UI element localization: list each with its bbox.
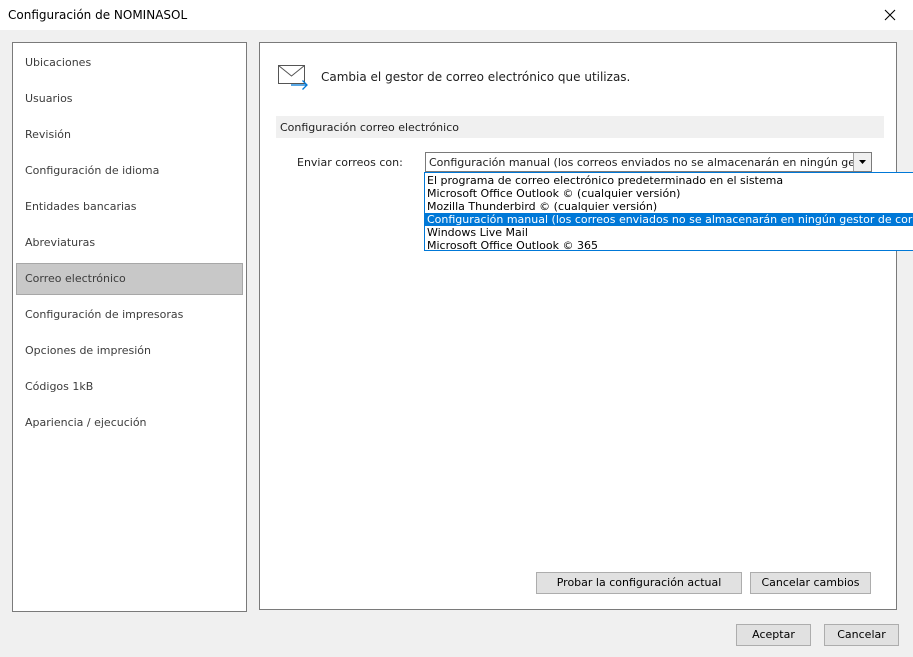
mail-client-select[interactable]: Configuración manual (los correos enviad… — [425, 152, 872, 172]
dropdown-option-outlook-365[interactable]: Microsoft Office Outlook © 365 — [425, 239, 913, 252]
mail-client-dropdown-list: El programa de correo electrónico predet… — [424, 172, 913, 252]
dropdown-button[interactable] — [853, 153, 871, 171]
close-icon — [884, 9, 896, 21]
mail-client-value: Configuración manual (los correos enviad… — [429, 156, 853, 169]
dropdown-option-outlook[interactable]: Microsoft Office Outlook © (cualquier ve… — [425, 187, 913, 200]
sidebar-item-usuarios[interactable]: Usuarios — [16, 83, 243, 115]
dropdown-option-default[interactable]: El programa de correo electrónico predet… — [425, 174, 913, 187]
accept-button[interactable]: Aceptar — [736, 624, 811, 646]
sidebar-item-opciones-impresion[interactable]: Opciones de impresión — [16, 335, 243, 367]
close-button[interactable] — [867, 0, 913, 30]
send-mail-label: Enviar correos con: — [297, 156, 403, 169]
cancel-changes-button[interactable]: Cancelar cambios — [750, 572, 871, 594]
cancel-button[interactable]: Cancelar — [824, 624, 899, 646]
dropdown-option-manual[interactable]: Configuración manual (los correos enviad… — [425, 213, 913, 226]
title-bar: Configuración de NOMINASOL — [0, 0, 913, 30]
sidebar-item-entidades-bancarias[interactable]: Entidades bancarias — [16, 191, 243, 223]
sidebar-item-idioma[interactable]: Configuración de idioma — [16, 155, 243, 187]
dropdown-option-live-mail[interactable]: Windows Live Mail — [425, 226, 913, 239]
main-panel: Cambia el gestor de correo electrónico q… — [259, 42, 897, 610]
sidebar-item-impresoras[interactable]: Configuración de impresoras — [16, 299, 243, 331]
section-bar: Configuración correo electrónico — [276, 116, 884, 138]
sidebar-item-abreviaturas[interactable]: Abreviaturas — [16, 227, 243, 259]
sidebar: Ubicaciones Usuarios Revisión Configurac… — [12, 42, 247, 612]
sidebar-item-codigos-1kb[interactable]: Códigos 1kB — [16, 371, 243, 403]
mail-forward-icon — [278, 65, 308, 90]
chevron-down-icon — [859, 160, 866, 164]
window-title: Configuración de NOMINASOL — [8, 8, 188, 22]
header-text: Cambia el gestor de correo electrónico q… — [321, 70, 631, 84]
section-title: Configuración correo electrónico — [280, 121, 459, 134]
sidebar-item-revision[interactable]: Revisión — [16, 119, 243, 151]
sidebar-item-apariencia[interactable]: Apariencia / ejecución — [16, 407, 243, 439]
sidebar-item-ubicaciones[interactable]: Ubicaciones — [16, 47, 243, 79]
test-configuration-button[interactable]: Probar la configuración actual — [536, 572, 742, 594]
sidebar-item-correo-electronico[interactable]: Correo electrónico — [16, 263, 243, 295]
dropdown-option-thunderbird[interactable]: Mozilla Thunderbird © (cualquier versión… — [425, 200, 913, 213]
